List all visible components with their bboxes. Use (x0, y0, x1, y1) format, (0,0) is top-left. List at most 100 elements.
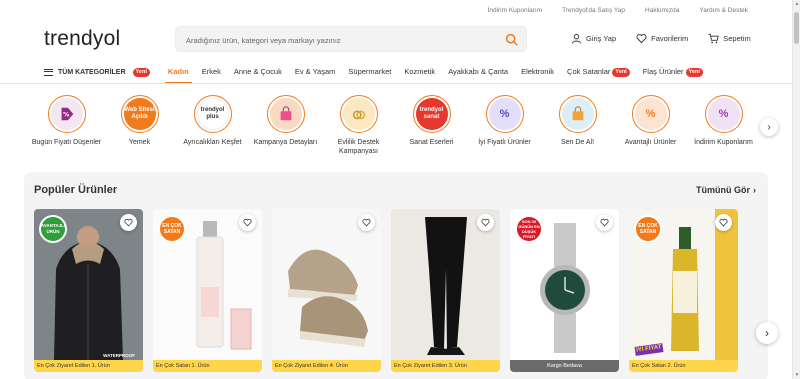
scrollbar-thumb[interactable] (794, 12, 799, 44)
product-card[interactable]: En Çok Ziyaret Edilen 3. Ürün (391, 209, 500, 372)
nav-item-flas-urunler[interactable]: Flaş Ürünler Yeni (643, 62, 703, 82)
ranking-strip: En Çok Ziyaret Edilen 4. Ürün (272, 360, 381, 372)
favorite-button[interactable] (120, 214, 137, 231)
trendyol-logo[interactable]: trendyol (44, 27, 120, 51)
chevron-right-icon: › (753, 185, 756, 195)
search-icon[interactable] (505, 33, 518, 46)
hamburger-icon (44, 68, 53, 76)
shopping-bag-icon (269, 98, 302, 130)
new-badge: Yeni (685, 67, 703, 77)
nav-item-flas-urunler-label: Flaş Ürünler (642, 67, 684, 76)
story-carousel: % Bugün Fiyatı Düşenler Web Sitesi Açıld… (30, 95, 760, 156)
ranking-strip: En Çok Satan 2. Ürün (629, 360, 738, 372)
favorite-button[interactable] (358, 214, 375, 231)
story-evlilik-destek[interactable]: Evlilik Destek Kampanyası (322, 95, 395, 156)
top-links: İndirim Kuponlarım Trendyol'da Satış Yap… (488, 7, 748, 14)
product-card[interactable]: En Çok Ziyaret Edilen 4. Ürün (272, 209, 381, 372)
best-seller-badge: EN ÇOK SATAN (634, 215, 662, 243)
lowest-price-badge: SON 30 GÜNÜN EN DÜŞÜK FİYATI (515, 215, 543, 243)
story-circle: % (47, 95, 86, 133)
product-carousel: AVANTAJLI ÜRÜN WATERPROOF En Çok Ziyaret… (34, 209, 738, 372)
top-link-about[interactable]: Hakkımızda (645, 7, 679, 14)
top-link-sell[interactable]: Trendyol'da Satış Yap (562, 7, 625, 14)
story-circle: % (485, 95, 524, 133)
nav-item-kozmetik[interactable]: Kozmetik (404, 62, 435, 82)
story-image-text: trendyol sanat (415, 98, 448, 130)
story-label: İndirim Kuponlarım (694, 139, 753, 146)
cart-label: Sepetim (723, 34, 751, 43)
nav-item-supermarket[interactable]: Süpermarket (348, 62, 391, 82)
heart-icon (719, 218, 728, 227)
story-image-text: Web Sitesi Açıldı (123, 98, 156, 130)
header-actions: Giriş Yap Favorilerim Sepetim (571, 33, 751, 44)
new-badge: Yeni (132, 67, 150, 77)
story-image-text: trendyol plus (196, 98, 229, 130)
login-button[interactable]: Giriş Yap (571, 33, 616, 44)
product-card[interactable]: EN ÇOK SATAN En Çok Satan 1. Ürün (153, 209, 262, 372)
scroll-down-arrow-icon[interactable]: ▼ (793, 371, 800, 379)
story-next-arrow-icon[interactable]: › (760, 118, 778, 136)
nav-item-ev-yasam[interactable]: Ev & Yaşam (295, 62, 336, 82)
free-shipping-strip: Kargo Bedava (510, 360, 619, 372)
story-label: İyi Fiyatlı Ürünler (478, 139, 531, 146)
page-scrollbar[interactable]: ▲ ▼ (792, 0, 800, 379)
all-categories-label: TÜM KATEGORİLER (58, 68, 126, 76)
story-indirim-kuponlarim[interactable]: % İndirim Kuponlarım (687, 95, 760, 156)
heart-icon (481, 218, 490, 227)
favorite-button[interactable] (715, 214, 732, 231)
product-image (391, 209, 500, 360)
nav-item-cok-satanlar[interactable]: Çok Satanlar Yeni (567, 62, 630, 82)
story-label: Avantajlı Ürünler (624, 139, 677, 146)
favorite-button[interactable] (596, 214, 613, 231)
product-card[interactable]: EN ÇOK SATAN İYİ FİYAT En Çok Satan 2. Ü… (629, 209, 738, 372)
product-card[interactable]: SON 30 GÜNÜN EN DÜŞÜK FİYATI Kargo Bedav… (510, 209, 619, 372)
popular-products-section: Popüler Ürünler Tümünü Gör › AVANTAJLI Ü… (24, 172, 768, 379)
story-label: Yemek (128, 139, 151, 146)
nav-item-erkek[interactable]: Erkek (202, 62, 221, 82)
nav-item-kadin[interactable]: Kadın (164, 62, 192, 84)
see-all-link[interactable]: Tümünü Gör › (696, 185, 756, 195)
story-circle: % (631, 95, 670, 133)
search-input[interactable] (186, 33, 486, 47)
shopping-bag-icon (561, 98, 594, 130)
story-circle: trendyol sanat (412, 95, 451, 133)
cart-button[interactable]: Sepetim (708, 33, 751, 44)
nav-item-ayakkabi-canta[interactable]: Ayakkabı & Çanta (448, 62, 508, 82)
top-link-coupons[interactable]: İndirim Kuponlarım (488, 7, 543, 14)
story-label: Sanat Eserleri (409, 139, 454, 146)
favorites-button[interactable]: Favorilerim (636, 33, 688, 44)
scroll-up-arrow-icon[interactable]: ▲ (793, 0, 800, 8)
heart-icon (636, 34, 647, 44)
ranking-strip: En Çok Ziyaret Edilen 3. Ürün (391, 360, 500, 372)
category-nav: TÜM KATEGORİLER Yeni Kadın Erkek Anne & … (44, 62, 748, 84)
all-categories-button[interactable]: TÜM KATEGORİLER Yeni (44, 67, 150, 77)
story-sen-de-al[interactable]: Sen De Al! (541, 95, 614, 156)
percent-icon: % (707, 98, 740, 130)
products-next-arrow-icon[interactable]: › (756, 322, 778, 344)
story-circle (339, 95, 378, 133)
favorite-button[interactable] (477, 214, 494, 231)
story-label: Evlilik Destek Kampanyası (337, 139, 380, 155)
nav-item-elektronik[interactable]: Elektronik (521, 62, 554, 82)
story-avantajli-urunler[interactable]: % Avantajlı Ürünler (614, 95, 687, 156)
story-bugun-fiyati-dusenler[interactable]: % Bugün Fiyatı Düşenler (30, 95, 103, 156)
cart-icon (708, 33, 719, 44)
search-bar (175, 26, 527, 52)
top-link-help[interactable]: Yardım & Destek (699, 7, 748, 14)
advantage-badge: AVANTAJLI ÜRÜN (39, 215, 67, 243)
product-image (272, 209, 381, 360)
story-sanat-eserleri[interactable]: trendyol sanat Sanat Eserleri (395, 95, 468, 156)
new-badge: Yeni (612, 67, 630, 77)
ranking-strip: En Çok Satan 1. Ürün (153, 360, 262, 372)
percent-icon: % (488, 98, 521, 130)
story-kampanya-detaylari[interactable]: Kampanya Detayları (249, 95, 322, 156)
heart-icon (243, 218, 252, 227)
favorite-button[interactable] (239, 214, 256, 231)
story-yemek[interactable]: Web Sitesi Açıldı Yemek (103, 95, 176, 156)
section-title: Popüler Ürünler (34, 184, 118, 196)
story-iyi-fiyatli-urunler[interactable]: % İyi Fiyatlı Ürünler (468, 95, 541, 156)
story-ayricaliklari-kesfet[interactable]: trendyol plus Ayrıcalıkları Keşfet (176, 95, 249, 156)
nav-item-anne-cocuk[interactable]: Anne & Çocuk (234, 62, 282, 82)
product-card[interactable]: AVANTAJLI ÜRÜN WATERPROOF En Çok Ziyaret… (34, 209, 143, 372)
story-circle (558, 95, 597, 133)
